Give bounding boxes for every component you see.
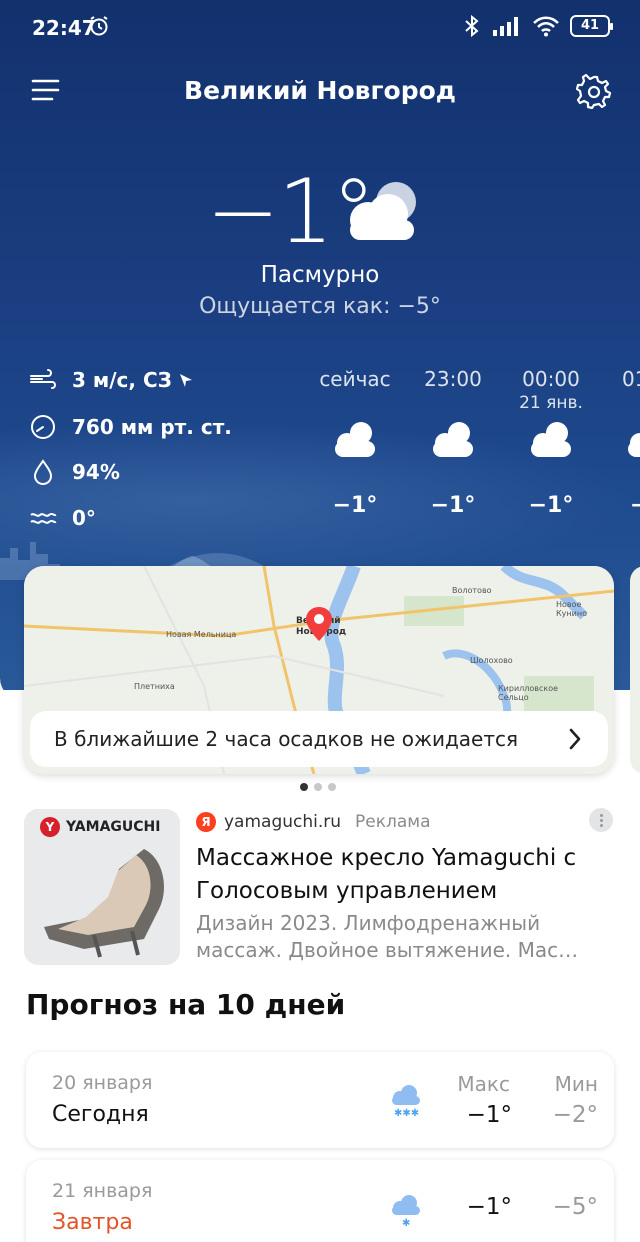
min-label: Мин (554, 1072, 598, 1096)
humidity-detail: 94% (28, 457, 120, 487)
hour-date: 21 янв. (519, 393, 583, 413)
ad-title[interactable]: Массажное кресло Yamaguchi с Голосовым у… (196, 842, 606, 908)
ad-description[interactable]: Дизайн 2023. Лимфодренажный массаж. Двой… (196, 910, 606, 966)
wind-icon (30, 369, 56, 389)
day-min-temp: −5° (552, 1194, 598, 1220)
gear-icon[interactable] (576, 73, 612, 109)
status-bar: 22:47 41 (0, 0, 640, 56)
signal-icon (493, 17, 518, 36)
more-options-icon[interactable] (589, 808, 613, 832)
water-temp-detail: 0° (28, 503, 96, 533)
forecast-day-card[interactable]: 20 января Сегодня ✱✱✱ Макс Мин −1° −2° (26, 1052, 614, 1148)
ad-label: Реклама (355, 812, 431, 832)
hour-temp: −1° (430, 493, 476, 518)
forecast-day-card[interactable]: 21 января Завтра ✱ −1° −5° (26, 1160, 614, 1242)
cloudy-icon (335, 422, 375, 457)
map-label: Новое Кунино (556, 600, 587, 618)
feels-like: Ощущается как: −5° (199, 294, 441, 319)
day-name: Завтра (52, 1210, 133, 1235)
precipitation-map-card[interactable]: Волотово Новое Кунино Новая Мельница Вел… (24, 566, 614, 774)
map-label: Шолохово (470, 656, 513, 665)
cloudy-icon (433, 422, 473, 457)
water-icon (30, 512, 57, 524)
hour-time: 00:00 (522, 367, 580, 391)
yandex-icon: Я (196, 812, 216, 832)
ad-domain: yamaguchi.ru (224, 812, 342, 832)
city-title[interactable]: Великий Новгород (0, 76, 640, 105)
hourly-item[interactable]: сейчас −1° (310, 367, 400, 518)
pressure-value: 760 мм рт. ст. (72, 415, 232, 439)
day-name: Сегодня (52, 1102, 149, 1127)
hourly-item[interactable]: 01 − (604, 367, 640, 518)
next-card-peek[interactable] (630, 566, 640, 774)
ad-source[interactable]: Я yamaguchi.ru Реклама (196, 812, 431, 832)
map-label: Волотово (452, 586, 492, 595)
cloudy-icon (628, 433, 640, 457)
precipitation-forecast[interactable]: В ближайшие 2 часа осадков не ожидается (30, 711, 608, 767)
svg-text:✱✱✱: ✱✱✱ (394, 1108, 419, 1118)
wifi-icon (533, 16, 559, 37)
hour-temp: −1° (528, 493, 574, 518)
hour-time: 01 (622, 367, 640, 391)
hour-date (310, 393, 400, 413)
wind-value: 3 м/с, СЗ (72, 368, 172, 392)
bluetooth-icon (465, 14, 479, 38)
hour-temp: −1° (332, 493, 378, 518)
light-snow-cloud-icon: ✱ (392, 1195, 420, 1228)
humidity-drop-icon (33, 459, 53, 486)
massage-chair-image (44, 849, 164, 958)
weather-condition: Пасмурно (260, 262, 380, 288)
cloudy-icon (350, 182, 416, 240)
ad-image[interactable]: Y YAMAGUCHI (24, 809, 180, 965)
location-pin-icon (306, 607, 332, 641)
forecast-title: Прогноз на 10 дней (26, 988, 346, 1021)
humidity-value: 94% (72, 460, 120, 484)
alarm-icon (90, 16, 108, 36)
day-max-temp: −1° (466, 1194, 512, 1220)
hourly-item[interactable]: 00:00 21 янв. −1° (506, 367, 596, 518)
pagination-dot[interactable] (328, 783, 336, 791)
water-temp-value: 0° (72, 506, 96, 530)
hourly-item[interactable]: 23:00 −1° (408, 367, 498, 518)
hour-date (604, 393, 640, 413)
snow-cloud-icon: ✱✱✱ (392, 1085, 420, 1118)
hour-time: сейчас (319, 367, 391, 391)
cloudy-icon (531, 422, 571, 457)
hour-time: 23:00 (424, 367, 482, 391)
day-max-temp: −1° (466, 1102, 512, 1128)
chevron-right-icon (569, 728, 581, 750)
day-date: 21 января (52, 1180, 153, 1202)
precipitation-text: В ближайшие 2 часа осадков не ожидается (54, 727, 519, 751)
pressure-gauge-icon (31, 415, 55, 439)
pagination-dot[interactable] (314, 783, 322, 791)
map-label: Кирилловское Сельцо (498, 684, 559, 702)
hour-temp: − (630, 493, 640, 518)
status-time: 22:47 (32, 16, 96, 40)
battery-indicator: 41 (570, 15, 613, 37)
carousel-pagination (300, 783, 336, 791)
day-date: 20 января (52, 1072, 153, 1094)
svg-text:✱: ✱ (402, 1218, 410, 1228)
map-label: Новая Мельница (166, 630, 237, 639)
day-min-temp: −2° (552, 1102, 598, 1128)
max-label: Макс (457, 1072, 510, 1096)
pagination-dot[interactable] (300, 783, 308, 791)
hour-date (408, 393, 498, 413)
wind-direction-icon (179, 374, 192, 387)
wind-detail: 3 м/с, СЗ (28, 365, 194, 395)
map-label: Плетниха (134, 682, 175, 691)
pressure-detail: 760 мм рт. ст. (28, 412, 232, 442)
